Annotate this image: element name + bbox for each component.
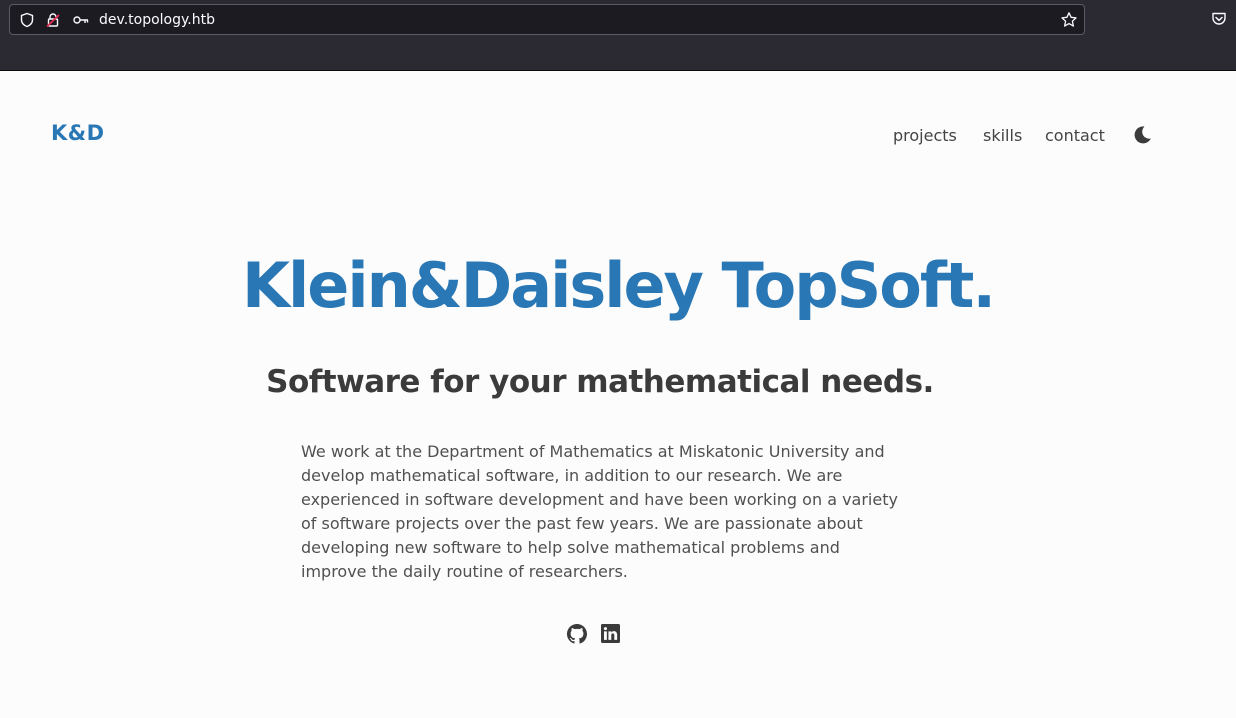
url-text[interactable]: dev.topology.htb	[99, 11, 215, 29]
browser-toolbar: dev.topology.htb	[0, 0, 1236, 71]
linkedin-icon[interactable]	[601, 624, 623, 646]
pocket-icon[interactable]	[1210, 10, 1228, 28]
moon-icon[interactable]	[1131, 124, 1153, 146]
nav-projects[interactable]: projects	[893, 124, 957, 148]
github-icon[interactable]	[567, 624, 589, 646]
address-bar[interactable]: dev.topology.htb	[9, 4, 1085, 35]
insecure-lock-icon[interactable]	[44, 11, 62, 29]
shield-icon[interactable]	[18, 11, 36, 29]
nav-skills[interactable]: skills	[983, 124, 1022, 148]
key-icon[interactable]	[72, 11, 90, 29]
star-icon[interactable]	[1060, 11, 1078, 29]
site-logo[interactable]: K&D	[51, 121, 105, 145]
hero-description: We work at the Department of Mathematics…	[301, 442, 898, 581]
hero-subtitle: Software for your mathematical needs.	[266, 364, 934, 400]
hero-title: Klein&Daisley TopSoft.	[241, 249, 996, 322]
nav-contact[interactable]: contact	[1045, 124, 1105, 148]
